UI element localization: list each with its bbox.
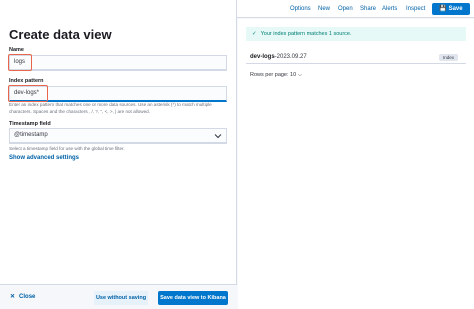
screen: Create data view Name logs Index pattern… — [0, 0, 474, 309]
timestamp-label: Timestamp field — [9, 121, 51, 127]
source-type-badge: Index — [438, 54, 458, 61]
flyout-title: Create data view — [9, 27, 112, 42]
save-label: Save — [448, 6, 463, 12]
close-button[interactable]: ✕ Close — [10, 293, 35, 300]
chevron-down-icon: ⌵ — [297, 72, 302, 78]
rows-per-page-label: Rows per page: 10 — [250, 72, 297, 78]
index-pattern-label: Index pattern — [9, 78, 44, 84]
pattern-highlight-box — [8, 85, 48, 102]
save-button[interactable]: 💾 Save — [432, 3, 470, 15]
nav-options[interactable]: Options — [290, 6, 311, 12]
chevron-down-icon — [214, 134, 222, 139]
nav-open[interactable]: Open — [338, 6, 353, 12]
match-callout: ✓ Your index pattern matches 1 source. — [246, 27, 466, 41]
show-advanced-settings-link[interactable]: Show advanced settings — [9, 155, 79, 161]
name-field[interactable]: logs — [9, 55, 227, 71]
create-data-view-flyout: Create data view Name logs Index pattern… — [0, 0, 237, 309]
nav-share[interactable]: Share — [360, 6, 376, 12]
save-data-view-button[interactable]: Save data view to Kibana — [158, 291, 228, 305]
flyout-footer: ✕ Close Use without saving Save data view… — [0, 284, 237, 309]
name-label: Name — [9, 47, 24, 53]
nav-inspect[interactable]: Inspect — [406, 6, 425, 12]
source-name-bold: dev-logs — [250, 54, 275, 60]
close-icon: ✕ — [10, 294, 16, 300]
check-icon: ✓ — [252, 31, 257, 37]
timestamp-value: @timestamp — [14, 132, 48, 138]
use-without-saving-button[interactable]: Use without saving — [94, 291, 148, 305]
name-highlight-box — [8, 54, 32, 71]
close-label: Close — [19, 294, 36, 300]
source-row: dev-logs-2023.09.27 Index — [246, 51, 466, 64]
source-name-rest: -2023.09.27 — [274, 54, 307, 60]
rows-per-page[interactable]: Rows per page: 10 ⌵ — [250, 72, 302, 79]
save-icon: 💾 — [439, 6, 447, 12]
index-pattern-help: Enter an index pattern that matches one … — [9, 102, 212, 114]
nav-new[interactable]: New — [318, 6, 330, 12]
timestamp-select[interactable]: @timestamp — [9, 128, 227, 144]
callout-text: Your index pattern matches 1 source. — [260, 31, 352, 37]
timestamp-help: Select a timestamp field for use with th… — [9, 146, 125, 151]
nav-alerts[interactable]: Alerts — [382, 6, 397, 12]
